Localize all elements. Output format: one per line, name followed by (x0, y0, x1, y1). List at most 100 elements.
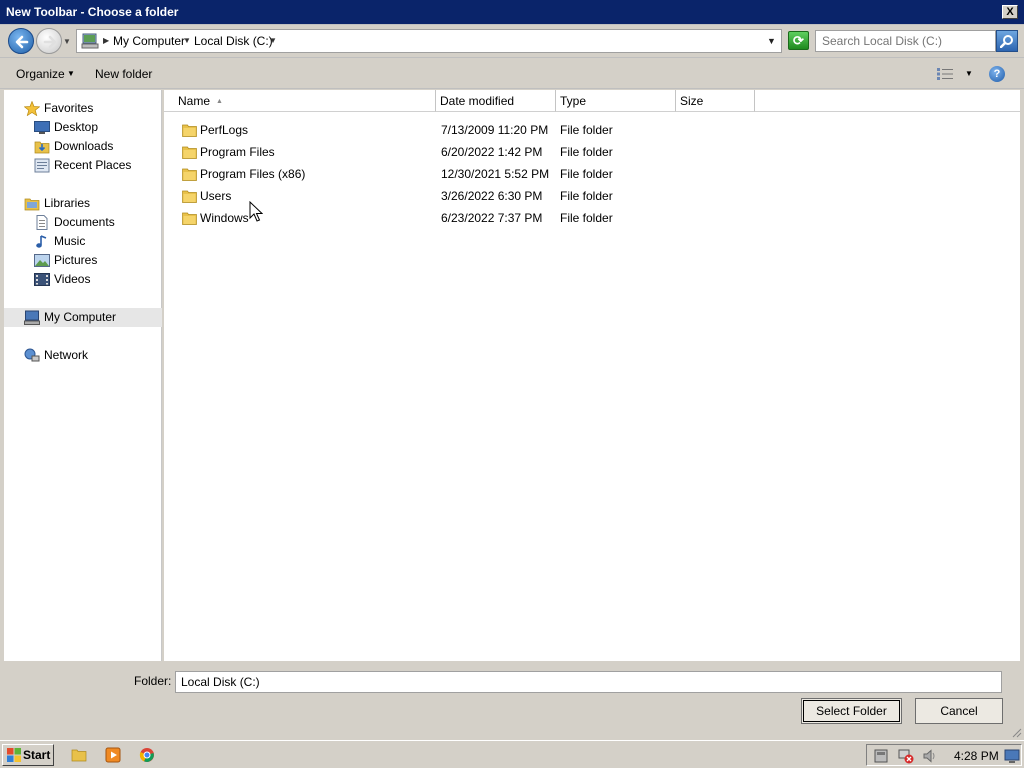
column-header-size-label: Size (680, 94, 704, 108)
file-type: File folder (560, 123, 613, 137)
views-dropdown-icon[interactable]: ▼ (965, 69, 973, 78)
documents-icon (36, 215, 48, 230)
file-type: File folder (560, 167, 613, 181)
start-label: Start (23, 748, 51, 762)
downloads-icon (34, 141, 50, 154)
folder-icon (182, 212, 197, 225)
nav-my-computer[interactable]: My Computer (4, 308, 162, 327)
nav-videos-label: Videos (54, 272, 91, 286)
cancel-button[interactable]: Cancel (915, 698, 1003, 724)
media-player-icon[interactable] (105, 747, 121, 763)
libraries-icon (24, 198, 40, 211)
window-title: New Toolbar - Choose a folder (6, 5, 179, 19)
column-header-date-modified[interactable]: Date modified (436, 90, 556, 112)
nav-favorites[interactable]: Favorites (4, 99, 162, 118)
back-button[interactable] (8, 28, 34, 54)
nav-libraries-label: Libraries (44, 196, 91, 210)
nav-pictures-label: Pictures (54, 253, 98, 267)
nav-music-label: Music (54, 234, 86, 248)
taskbar: Start 4:28 PM (0, 740, 1024, 768)
windows-logo-icon (7, 748, 21, 762)
file-modified: 7/13/2009 11:20 PM (441, 123, 549, 137)
column-header-type-label: Type (560, 94, 587, 108)
resize-grip-icon[interactable] (1010, 726, 1022, 738)
crumb-dropdown-icon[interactable]: ▼ (183, 36, 191, 45)
star-icon (24, 101, 40, 116)
nav-videos[interactable]: Videos (4, 270, 162, 289)
start-button[interactable]: Start (2, 744, 54, 766)
search-input[interactable] (815, 30, 996, 52)
nav-documents[interactable]: Documents (4, 213, 162, 232)
dialog-footer: Folder: Local Disk (C:) Select Folder Ca… (0, 662, 1024, 740)
folder-label: Folder: (134, 674, 172, 688)
network-disconnected-icon[interactable] (898, 748, 914, 764)
nav-network[interactable]: Network (4, 346, 162, 365)
forward-button[interactable] (36, 28, 62, 54)
volume-icon[interactable] (922, 748, 938, 764)
nav-pictures[interactable]: Pictures (4, 251, 162, 270)
column-header-name[interactable]: Name ▲ (164, 90, 436, 112)
file-type: File folder (560, 211, 613, 225)
column-header-size[interactable]: Size (676, 90, 755, 112)
clock[interactable]: 4:28 PM (954, 749, 999, 763)
videos-icon (34, 273, 50, 286)
action-center-icon[interactable] (873, 748, 889, 764)
file-row[interactable]: Windows 6/23/2022 7:37 PM File folder (164, 207, 1020, 229)
crumb-local-disk[interactable]: Local Disk (C:) (194, 34, 273, 48)
crumb-dropdown-icon[interactable]: ▼ (269, 36, 277, 45)
column-header-date-modified-label: Date modified (440, 94, 515, 108)
show-desktop-icon[interactable] (1004, 748, 1020, 764)
sort-ascending-icon: ▲ (216, 98, 223, 105)
folder-icon (182, 190, 197, 203)
new-folder-button[interactable]: New folder (95, 67, 152, 81)
folder-icon (182, 124, 197, 137)
folder-icon (182, 168, 197, 181)
nav-downloads-label: Downloads (54, 139, 114, 153)
file-name: Users (200, 189, 232, 203)
forward-arrow-icon (43, 35, 57, 49)
help-icon[interactable]: ? (989, 66, 1005, 82)
file-row[interactable]: Users 3/26/2022 6:30 PM File folder (164, 185, 1020, 207)
file-row[interactable]: Program Files (x86) 12/30/2021 5:52 PM F… (164, 163, 1020, 185)
views-icon[interactable] (937, 68, 953, 80)
nav-desktop[interactable]: Desktop (4, 118, 162, 137)
folder-field[interactable]: Local Disk (C:) (175, 671, 1002, 693)
nav-libraries[interactable]: Libraries (4, 194, 162, 213)
nav-music[interactable]: Music (4, 232, 162, 251)
nav-my-computer-label: My Computer (44, 310, 117, 324)
file-type: File folder (560, 145, 613, 159)
file-type: File folder (560, 189, 613, 203)
organize-button[interactable]: Organize (16, 67, 65, 81)
file-name: PerfLogs (200, 123, 249, 137)
select-folder-button[interactable]: Select Folder (801, 698, 902, 724)
nav-recent-places[interactable]: Recent Places (4, 156, 162, 175)
crumb-separator-icon[interactable]: ▶ (103, 36, 109, 45)
nav-desktop-label: Desktop (54, 120, 99, 134)
file-modified: 3/26/2022 6:30 PM (441, 189, 543, 203)
command-bar: Organize ▼ New folder ▼ ? (0, 59, 1024, 89)
desktop-icon (34, 121, 50, 134)
file-modified: 6/23/2022 7:37 PM (441, 211, 543, 225)
explorer-icon[interactable] (71, 747, 87, 763)
crumb-my-computer[interactable]: My Computer (113, 34, 185, 48)
address-history-dropdown-icon[interactable]: ▼ (767, 36, 776, 46)
file-modified: 6/20/2022 1:42 PM (441, 145, 543, 159)
pictures-icon (34, 254, 50, 267)
column-header-type[interactable]: Type (556, 90, 676, 112)
refresh-button[interactable]: ⟳ (788, 31, 809, 50)
close-button[interactable]: X (1002, 5, 1018, 19)
nav-downloads[interactable]: Downloads (4, 137, 162, 156)
my-computer-icon (24, 310, 40, 325)
file-row[interactable]: Program Files 6/20/2022 1:42 PM File fol… (164, 141, 1020, 163)
file-row[interactable]: PerfLogs 7/13/2009 11:20 PM File folder (164, 119, 1020, 141)
refresh-icon: ⟳ (793, 33, 804, 48)
nav-documents-label: Documents (54, 215, 115, 229)
computer-icon (81, 33, 99, 49)
recent-pages-dropdown-icon[interactable]: ▼ (63, 37, 71, 46)
organize-dropdown-icon[interactable]: ▼ (67, 69, 75, 78)
address-bar[interactable]: ▶ My Computer ▼ Local Disk (C:) ▼ (76, 29, 782, 53)
search-icon (1000, 35, 1013, 48)
search-button[interactable] (996, 30, 1018, 52)
chrome-icon[interactable] (139, 747, 155, 763)
column-header-filler (755, 90, 1020, 112)
